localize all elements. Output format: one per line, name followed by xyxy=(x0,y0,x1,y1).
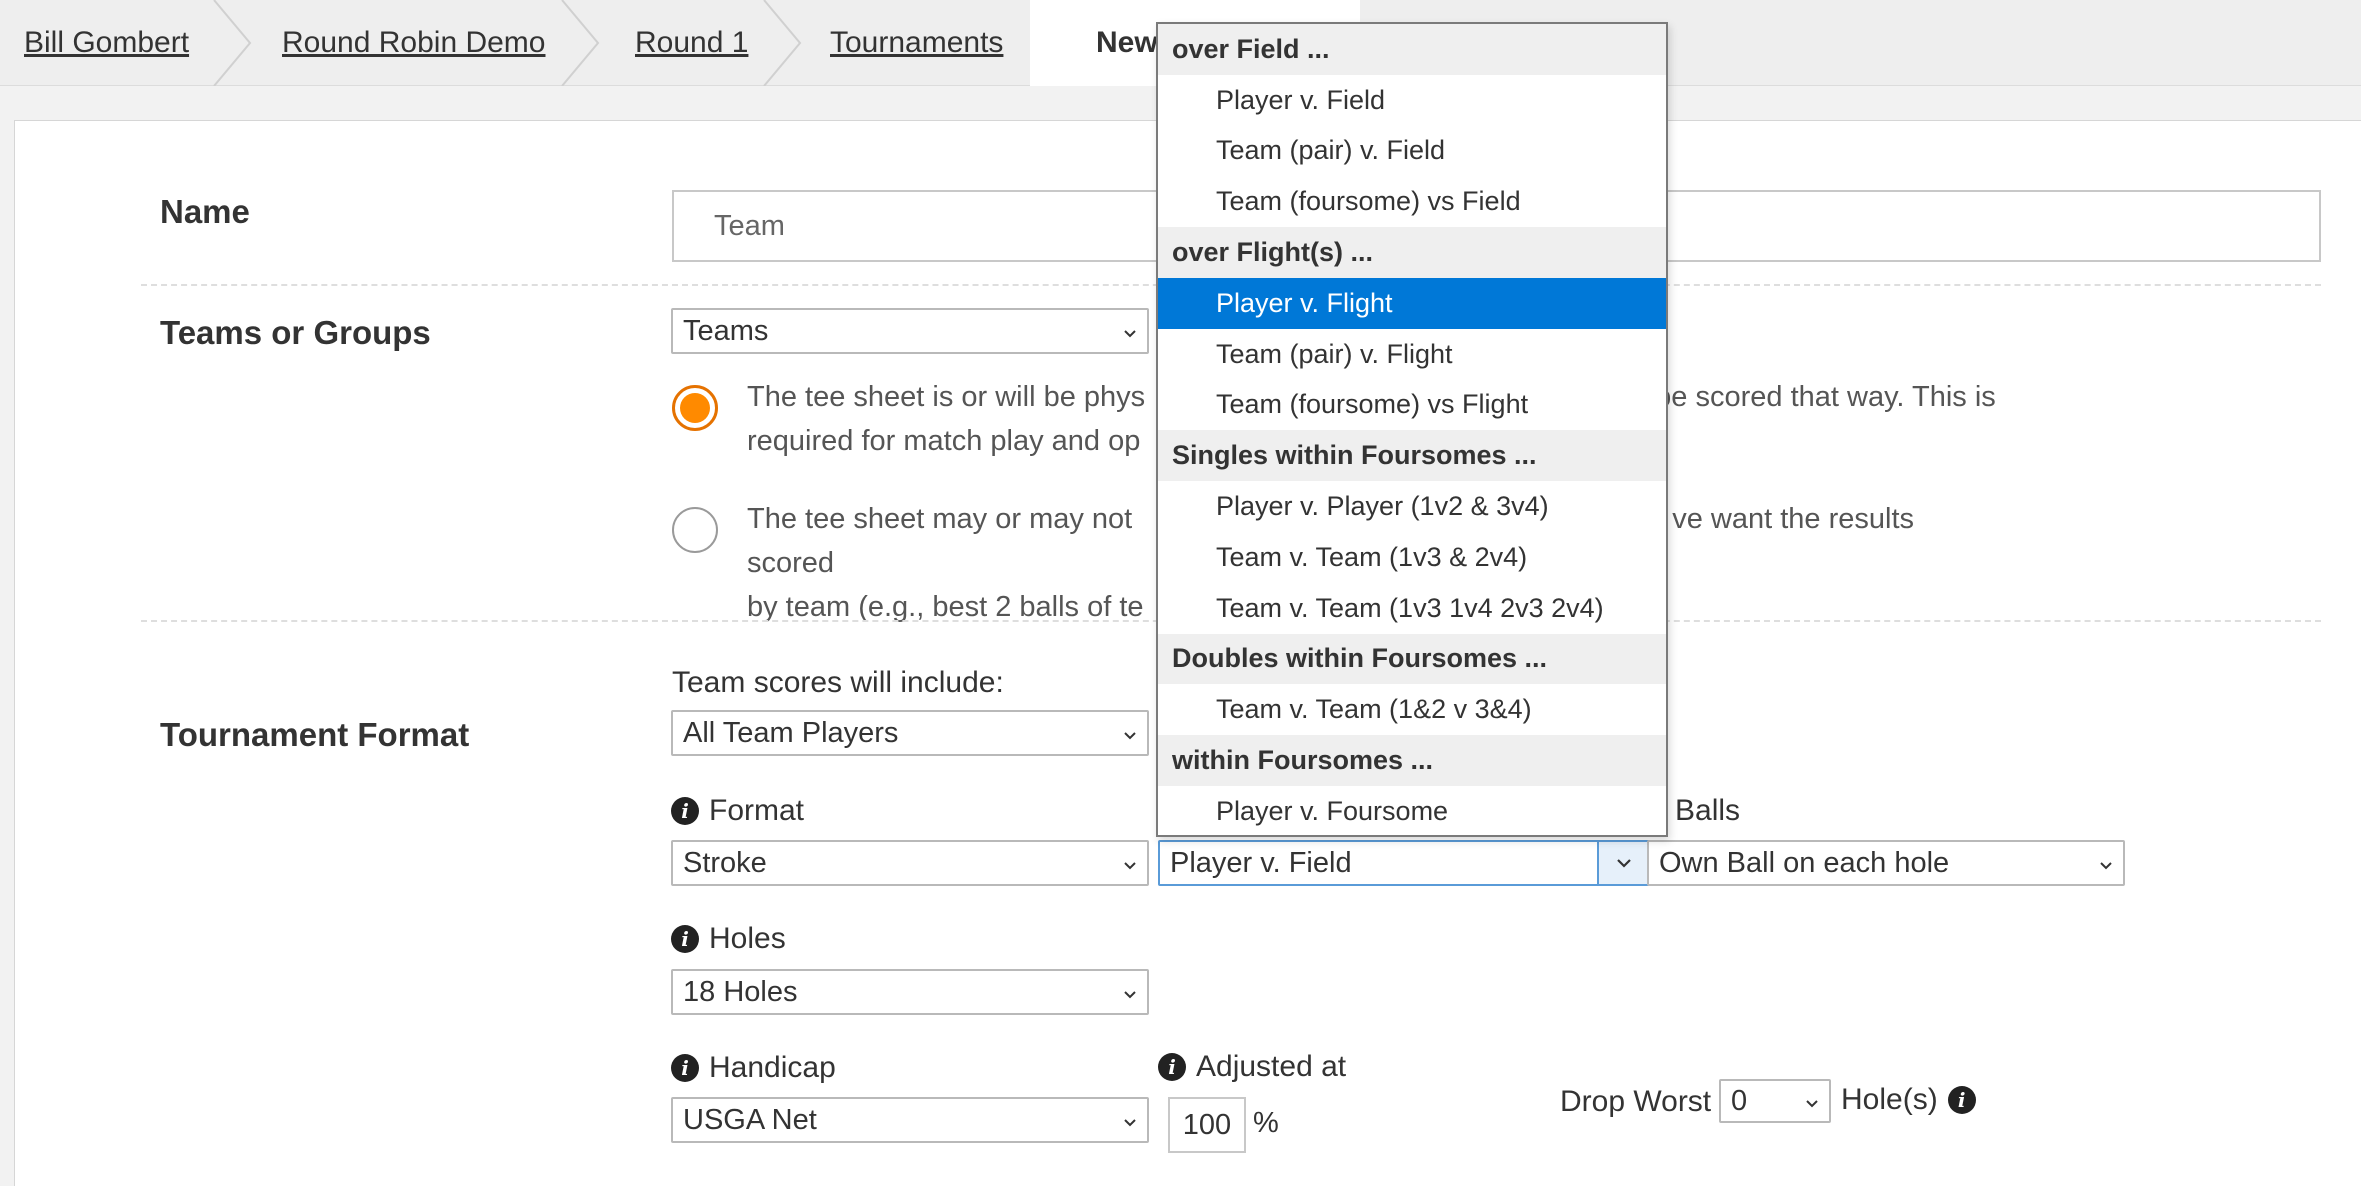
dropdown-option[interactable]: Player v. Field xyxy=(1158,75,1666,126)
dropdown-group-header: Doubles within Foursomes ... xyxy=(1158,633,1666,685)
chevron-down-icon xyxy=(1124,732,1136,740)
handicap-value: USGA Net xyxy=(683,1103,817,1136)
dropdown-option[interactable]: Player v. Foursome xyxy=(1158,786,1666,835)
balls-select[interactable]: Own Ball on each hole xyxy=(1647,840,2125,886)
breadcrumb-separator xyxy=(561,0,600,86)
drop-worst-suffix-group: Hole(s) i xyxy=(1841,1083,1976,1117)
chevron-down-icon xyxy=(1124,991,1136,999)
competition-dropdown-list: over Field ... Player v. Field Team (pair)… xyxy=(1156,22,1668,837)
adjusted-label: Adjusted at xyxy=(1196,1050,1347,1083)
chevron-down-icon xyxy=(1617,859,1631,868)
holes-select[interactable]: 18 Holes xyxy=(671,969,1149,1015)
info-icon[interactable]: i xyxy=(671,925,699,953)
dropdown-group-header: over Field ... xyxy=(1158,24,1666,75)
name-label: Name xyxy=(160,193,250,230)
radio-not-grouped[interactable] xyxy=(672,507,718,553)
tournament-format-label: Tournament Format xyxy=(160,716,470,753)
holes-value: 18 Holes xyxy=(683,975,798,1008)
dropdown-option[interactable]: Team (pair) v. Field xyxy=(1158,126,1666,177)
handicap-select[interactable]: USGA Net xyxy=(671,1097,1149,1143)
dropdown-group-header: over Flight(s) ... xyxy=(1158,227,1666,278)
dropdown-group-header: Singles within Foursomes ... xyxy=(1158,430,1666,482)
format-value: Stroke xyxy=(683,846,767,879)
dropdown-option[interactable]: Team (foursome) vs Field xyxy=(1158,176,1666,227)
format-label: Format xyxy=(709,794,805,827)
dropdown-option[interactable]: Team v. Team (1v3 1v4 2v3 2v4) xyxy=(1158,583,1666,634)
team-scores-label: Team scores will include: xyxy=(672,666,1004,699)
dropdown-option[interactable]: Team (pair) v. Flight xyxy=(1158,329,1666,380)
holes-label-group: i Holes xyxy=(671,922,786,956)
format-label-group: i Format xyxy=(671,794,804,828)
teams-or-groups-value: Teams xyxy=(683,314,769,347)
drop-worst-select[interactable]: 0 xyxy=(1719,1079,1831,1123)
team-scores-value: All Team Players xyxy=(683,716,899,749)
info-icon[interactable]: i xyxy=(1158,1053,1186,1081)
breadcrumb-item-tournaments[interactable]: Tournaments xyxy=(830,0,1003,86)
format-select[interactable]: Stroke xyxy=(671,840,1149,886)
breadcrumb-item-round[interactable]: Round 1 xyxy=(635,0,748,86)
drop-worst-suffix: Hole(s) xyxy=(1841,1083,1938,1116)
balls-label: Balls xyxy=(1675,794,1741,827)
team-scores-select[interactable]: All Team Players xyxy=(671,710,1149,756)
chevron-down-icon xyxy=(1124,1119,1136,1127)
dropdown-option[interactable]: Player v. Player (1v2 & 3v4) xyxy=(1158,481,1666,532)
teams-or-groups-label: Teams or Groups xyxy=(160,314,431,351)
chevron-down-icon xyxy=(1124,862,1136,870)
drop-worst-label: Drop Worst xyxy=(1560,1085,1712,1118)
dropdown-option[interactable]: Team v. Team (1&2 v 3&4) xyxy=(1158,684,1666,735)
info-icon[interactable]: i xyxy=(671,1054,699,1082)
dropdown-option[interactable]: Player v. Flight xyxy=(1158,277,1666,329)
competition-dropdown-toggle[interactable] xyxy=(1597,840,1651,886)
handicap-label: Handicap xyxy=(709,1051,836,1084)
breadcrumb-item-event[interactable]: Round Robin Demo xyxy=(282,0,545,86)
balls-value: Own Ball on each hole xyxy=(1659,846,1950,879)
drop-worst-value: 0 xyxy=(1731,1084,1748,1117)
percent-unit: % xyxy=(1253,1107,1279,1139)
dropdown-group-header: within Foursomes ... xyxy=(1158,735,1666,786)
adjusted-label-group: i Adjusted at xyxy=(1158,1050,1346,1084)
handicap-label-group: i Handicap xyxy=(671,1051,836,1085)
breadcrumb-item-user[interactable]: Bill Gombert xyxy=(24,0,189,86)
breadcrumb-separator xyxy=(763,0,802,86)
chevron-down-icon xyxy=(2100,862,2112,870)
chevron-down-icon xyxy=(1806,1100,1818,1108)
holes-label: Holes xyxy=(709,922,786,955)
competition-select[interactable]: Player v. Field xyxy=(1158,840,1652,886)
adjusted-percent-input[interactable]: 100 xyxy=(1168,1097,1246,1153)
info-icon[interactable]: i xyxy=(1947,1086,1976,1114)
info-icon[interactable]: i xyxy=(671,797,699,825)
breadcrumb-separator xyxy=(213,0,252,86)
balls-label-group: Balls xyxy=(1675,794,1740,828)
dropdown-option[interactable]: Team v. Team (1v3 & 2v4) xyxy=(1158,532,1666,583)
teams-or-groups-select[interactable]: Teams xyxy=(671,308,1149,354)
chevron-down-icon xyxy=(1124,330,1136,338)
dropdown-option[interactable]: Team (foursome) vs Flight xyxy=(1158,380,1666,431)
competition-value: Player v. Field xyxy=(1170,846,1352,879)
radio-grouped-by-team[interactable] xyxy=(672,385,718,431)
